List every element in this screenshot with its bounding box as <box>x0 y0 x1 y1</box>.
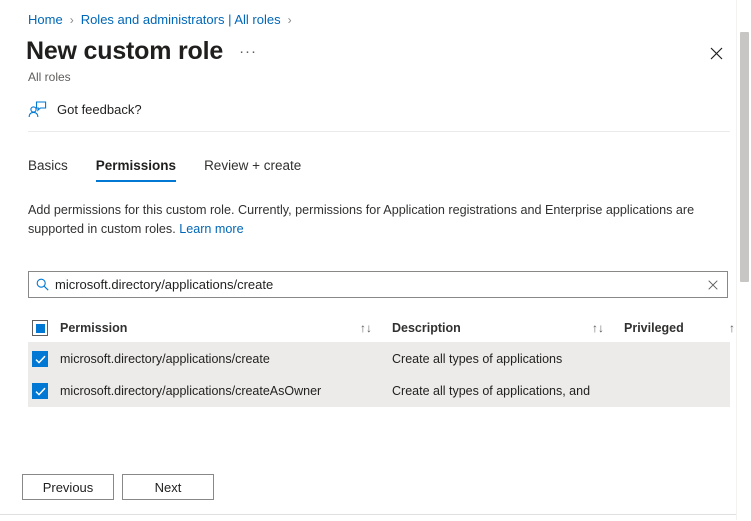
cell-permission: microsoft.directory/applications/createA… <box>60 384 322 398</box>
row-select-cell <box>28 383 60 399</box>
permissions-description-text: Add permissions for this custom role. Cu… <box>28 203 695 236</box>
column-header-description[interactable]: Description <box>392 321 592 335</box>
tab-basics[interactable]: Basics <box>28 158 68 182</box>
check-icon <box>34 387 46 396</box>
indeterminate-mark-icon <box>35 323 45 333</box>
tab-list: Basics Permissions Review + create <box>28 158 329 182</box>
column-header-permission[interactable]: Permission <box>60 321 360 335</box>
close-icon <box>710 47 722 59</box>
permissions-table: Permission ↑↓ Description ↑↓ Privileged … <box>28 314 741 407</box>
breadcrumb-separator-icon: › <box>69 13 74 27</box>
clear-icon <box>708 279 718 290</box>
feedback-person-icon <box>28 100 48 118</box>
search-input[interactable] <box>55 272 699 297</box>
next-button[interactable]: Next <box>122 474 214 500</box>
page-title: New custom role <box>26 37 224 65</box>
clear-search-button[interactable] <box>699 272 727 297</box>
tab-review-create[interactable]: Review + create <box>204 158 301 182</box>
cell-permission: microsoft.directory/applications/create <box>60 352 270 366</box>
search-box[interactable] <box>28 271 728 298</box>
select-all-cell <box>28 320 60 336</box>
got-feedback-label: Got feedback? <box>57 101 142 117</box>
cell-description: Create all types of applications, and ..… <box>392 384 592 398</box>
permissions-description: Add permissions for this custom role. Cu… <box>28 201 728 239</box>
page-subtitle: All roles <box>28 70 71 84</box>
table-row[interactable]: microsoft.directory/applications/create … <box>28 343 730 375</box>
sort-permission-icon[interactable]: ↑↓ <box>360 321 392 335</box>
row-select-cell <box>28 351 60 367</box>
cell-description: Create all types of applications <box>392 352 563 366</box>
table-header-row: Permission ↑↓ Description ↑↓ Privileged … <box>28 314 741 343</box>
vertical-scrollbar[interactable] <box>736 0 751 520</box>
header-divider <box>28 131 730 132</box>
sort-description-icon[interactable]: ↑↓ <box>592 321 624 335</box>
tab-permissions[interactable]: Permissions <box>95 158 177 182</box>
column-header-privileged[interactable]: Privileged <box>624 321 729 335</box>
got-feedback-button[interactable]: Got feedback? <box>28 100 142 118</box>
learn-more-link[interactable]: Learn more <box>179 222 243 236</box>
search-icon <box>29 278 55 291</box>
previous-button[interactable]: Previous <box>22 474 114 500</box>
page-header: New custom role ··· <box>26 36 257 66</box>
more-options-button[interactable]: ··· <box>239 44 257 59</box>
breadcrumb-separator-icon: › <box>287 13 292 27</box>
breadcrumb: Home › Roles and administrators | All ro… <box>28 12 299 28</box>
breadcrumb-item-home[interactable]: Home <box>28 12 63 28</box>
wizard-footer: Previous Next <box>22 474 222 500</box>
breadcrumb-item-roles-and-administrators[interactable]: Roles and administrators | All roles <box>81 12 281 28</box>
close-button[interactable] <box>705 42 727 64</box>
row-checkbox[interactable] <box>32 383 48 399</box>
check-icon <box>34 355 46 364</box>
table-row[interactable]: microsoft.directory/applications/createA… <box>28 375 730 407</box>
select-all-checkbox[interactable] <box>32 320 48 336</box>
row-checkbox[interactable] <box>32 351 48 367</box>
scrollbar-thumb[interactable] <box>740 32 749 282</box>
